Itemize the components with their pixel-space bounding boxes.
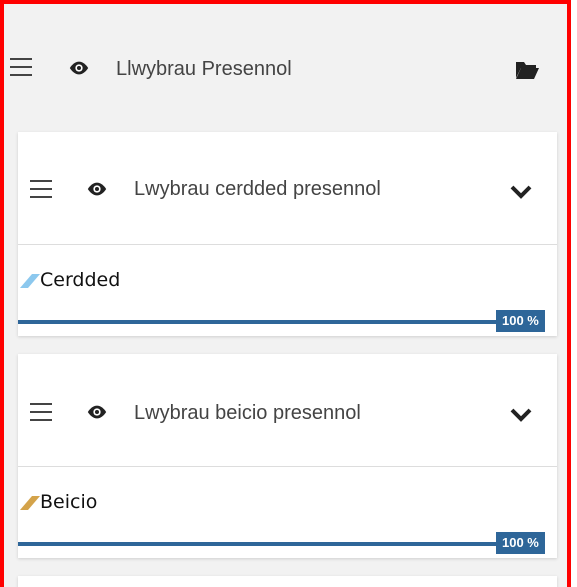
eye-icon[interactable] xyxy=(68,60,90,76)
opacity-badge[interactable]: 100 % xyxy=(496,310,545,332)
eye-icon[interactable] xyxy=(86,404,108,420)
layer-panel: Llwybrau Presennol Lwybrau cerdded prese… xyxy=(0,0,571,587)
legend-swatch-walking xyxy=(20,274,40,288)
opacity-badge[interactable]: 100 % xyxy=(496,532,545,554)
legend-label: Beicio xyxy=(40,491,98,513)
opacity-slider[interactable] xyxy=(18,542,498,546)
group-title: Llwybrau Presennol xyxy=(116,58,292,80)
legend-row: Beicio 100 % xyxy=(18,467,557,554)
layer-card-header: Lwybrau cerdded presennol xyxy=(18,132,557,245)
layer-title: Lwybrau beicio presennol xyxy=(134,402,361,424)
group-header: Llwybrau Presennol xyxy=(4,4,567,132)
folder-open-icon[interactable] xyxy=(514,60,540,80)
layer-card-walking: Lwybrau cerdded presennol Cerdded 100 % xyxy=(18,132,557,336)
legend-label: Cerdded xyxy=(40,269,121,291)
layer-card-cycling: Lwybrau beicio presennol Beicio 100 % xyxy=(18,354,557,558)
layer-title: Lwybrau cerdded presennol xyxy=(134,178,381,200)
legend-row: Cerdded 100 % xyxy=(18,245,557,332)
eye-icon[interactable] xyxy=(86,181,108,197)
chevron-down-icon[interactable] xyxy=(510,184,532,200)
layer-card-next xyxy=(18,576,557,587)
hamburger-icon[interactable] xyxy=(10,58,32,76)
layer-card-header: Lwybrau beicio presennol xyxy=(18,354,557,467)
opacity-slider[interactable] xyxy=(18,320,498,324)
hamburger-icon[interactable] xyxy=(30,403,52,421)
hamburger-icon[interactable] xyxy=(30,180,52,198)
chevron-down-icon[interactable] xyxy=(510,407,532,423)
legend-swatch-cycling xyxy=(20,496,40,510)
